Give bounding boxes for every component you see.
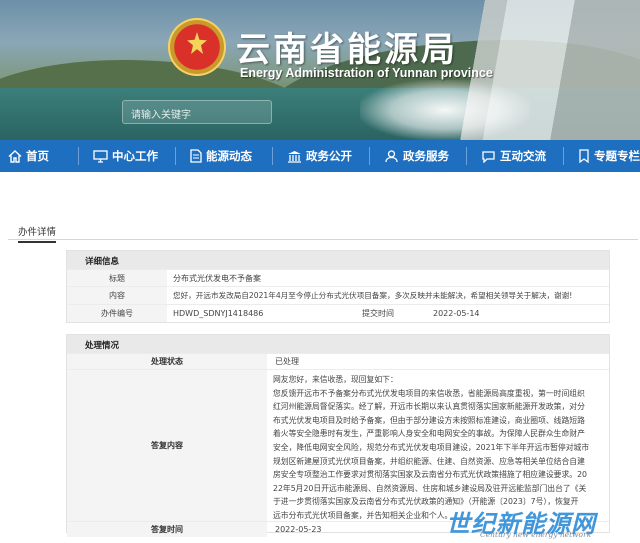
watermark-subtitle: Century new energy network: [480, 530, 592, 539]
building-icon: [288, 150, 301, 163]
page: 云南省能源局 Energy Administration of Yunnan p…: [0, 0, 640, 543]
process-row-status: 处理状态 已处理: [67, 353, 609, 369]
detail-info-panel: 详细信息 标题 分布式光伏发电不予备案 内容 您好，开远市发改局自2021年4月…: [66, 250, 610, 323]
reply-line: 布式光伏发电项目及时给予备案，但由于部分建设方未按照标准建设，商业圈项、线路短路: [273, 415, 585, 425]
bookmark-icon: [579, 149, 589, 163]
field-label: 提交时间: [337, 305, 419, 322]
site-banner: 云南省能源局 Energy Administration of Yunnan p…: [0, 0, 640, 140]
people-icon: [385, 149, 398, 162]
chat-icon: [482, 150, 495, 163]
nav-item-label: 政务公开: [306, 149, 352, 163]
home-icon: [8, 149, 22, 163]
reply-line: 安全，降低电网安全风险，规范分布式光伏发电项目建设，2021年下半年开远市暂停对…: [273, 442, 590, 452]
nav-item-label: 中心工作: [112, 149, 158, 163]
field-label: 答复时间: [67, 522, 267, 537]
reply-line: 22年5月20日开远市能源局、自然资源局、住房和城乡建设局及驻开远能监部门出台了…: [273, 483, 587, 493]
field-label: 办件编号: [67, 305, 167, 322]
site-subtitle: Energy Administration of Yunnan province: [240, 66, 493, 80]
detail-row-content: 内容 您好，开远市发改局自2021年4月至今停止分布式光伏项目备案，多次反映并未…: [67, 286, 609, 304]
nav-item-label: 专题专栏: [594, 149, 640, 163]
field-label: 处理状态: [67, 354, 267, 369]
nav-item-label: 能源动态: [206, 149, 252, 163]
reply-line: 房安全专项整治工作要求对贯彻落实国家及云南省分布式光伏政策措施了相应建设要求。2…: [273, 470, 587, 480]
nav-item-home[interactable]: 首页: [0, 140, 78, 172]
nav-item-special-topics[interactable]: 专题专栏: [564, 140, 640, 172]
nav-item-interaction[interactable]: 互动交流: [467, 140, 563, 172]
banner-water-spray: [360, 80, 530, 140]
detail-row-number: 办件编号 HDWD_SDNYJ1418486 提交时间 2022-05-14: [67, 304, 609, 322]
field-label: 标题: [67, 270, 167, 286]
detail-row-title: 标题 分布式光伏发电不予备案: [67, 269, 609, 286]
field-value: 您好，开远市发改局自2021年4月至今停止分布式光伏项目备案，多次反映并未能解决…: [173, 291, 573, 300]
field-label: 内容: [67, 287, 167, 304]
panel-heading: 处理情况: [67, 335, 609, 353]
monitor-icon: [93, 149, 108, 163]
field-value: 分布式光伏发电不予备案: [173, 273, 261, 283]
panel-heading: 详细信息: [67, 251, 609, 269]
reply-line: 红河州能源局督促落实。经了解，开远市长期以来认真贯彻落实国家新能源开发政策，对分: [273, 402, 585, 412]
reply-content: 网友您好，来信收悉，现回复如下： 您反馈开远市不予备案分布式光伏发电项目的来信收…: [267, 370, 609, 521]
field-value: 2022-05-14: [433, 309, 480, 318]
nav-item-government-services[interactable]: 政务服务: [370, 140, 466, 172]
nav-item-energy-news[interactable]: 能源动态: [176, 140, 272, 172]
field-value: 已处理: [275, 357, 299, 366]
detail-tab-bar: 办件详情: [8, 224, 638, 243]
nav-item-center-work[interactable]: 中心工作: [79, 140, 175, 172]
site-title: 云南省能源局: [236, 30, 458, 70]
field-value: 2022-05-23: [275, 525, 322, 534]
nav-item-government-affairs[interactable]: 政务公开: [273, 140, 369, 172]
nav-item-label: 首页: [26, 149, 49, 163]
reply-line: 规划区新建屋顶式光伏项目备案，并组织能源、住建、自然资源、应急等相关单位结合自建: [273, 456, 585, 466]
reply-line: 您反馈开远市不予备案分布式光伏发电项目的来信收悉，省能源局高度重视，第一时间组织: [273, 388, 585, 398]
process-row-reply: 答复内容 网友您好，来信收悉，现回复如下： 您反馈开远市不予备案分布式光伏发电项…: [67, 369, 609, 521]
search-input[interactable]: 请输入关键字: [122, 100, 272, 124]
reply-line: 网友您好，来信收悉，现回复如下：: [273, 375, 398, 384]
nav-item-label: 互动交流: [500, 149, 546, 163]
field-value: HDWD_SDNYJ1418486: [173, 309, 264, 318]
national-emblem-logo: [168, 18, 226, 76]
tab-case-detail[interactable]: 办件详情: [18, 224, 57, 243]
field-label: 答复内容: [67, 370, 267, 521]
reply-line: 着火等安全隐患时有发生，严重影响人身安全和电网安全的事故。为保障人民群众生命财产: [273, 429, 585, 439]
main-nav: 首页 中心工作 能源动态 政务公开 政务服务 互动交流 专题专栏: [0, 140, 640, 172]
document-icon: [190, 149, 202, 163]
nav-item-label: 政务服务: [403, 149, 449, 163]
